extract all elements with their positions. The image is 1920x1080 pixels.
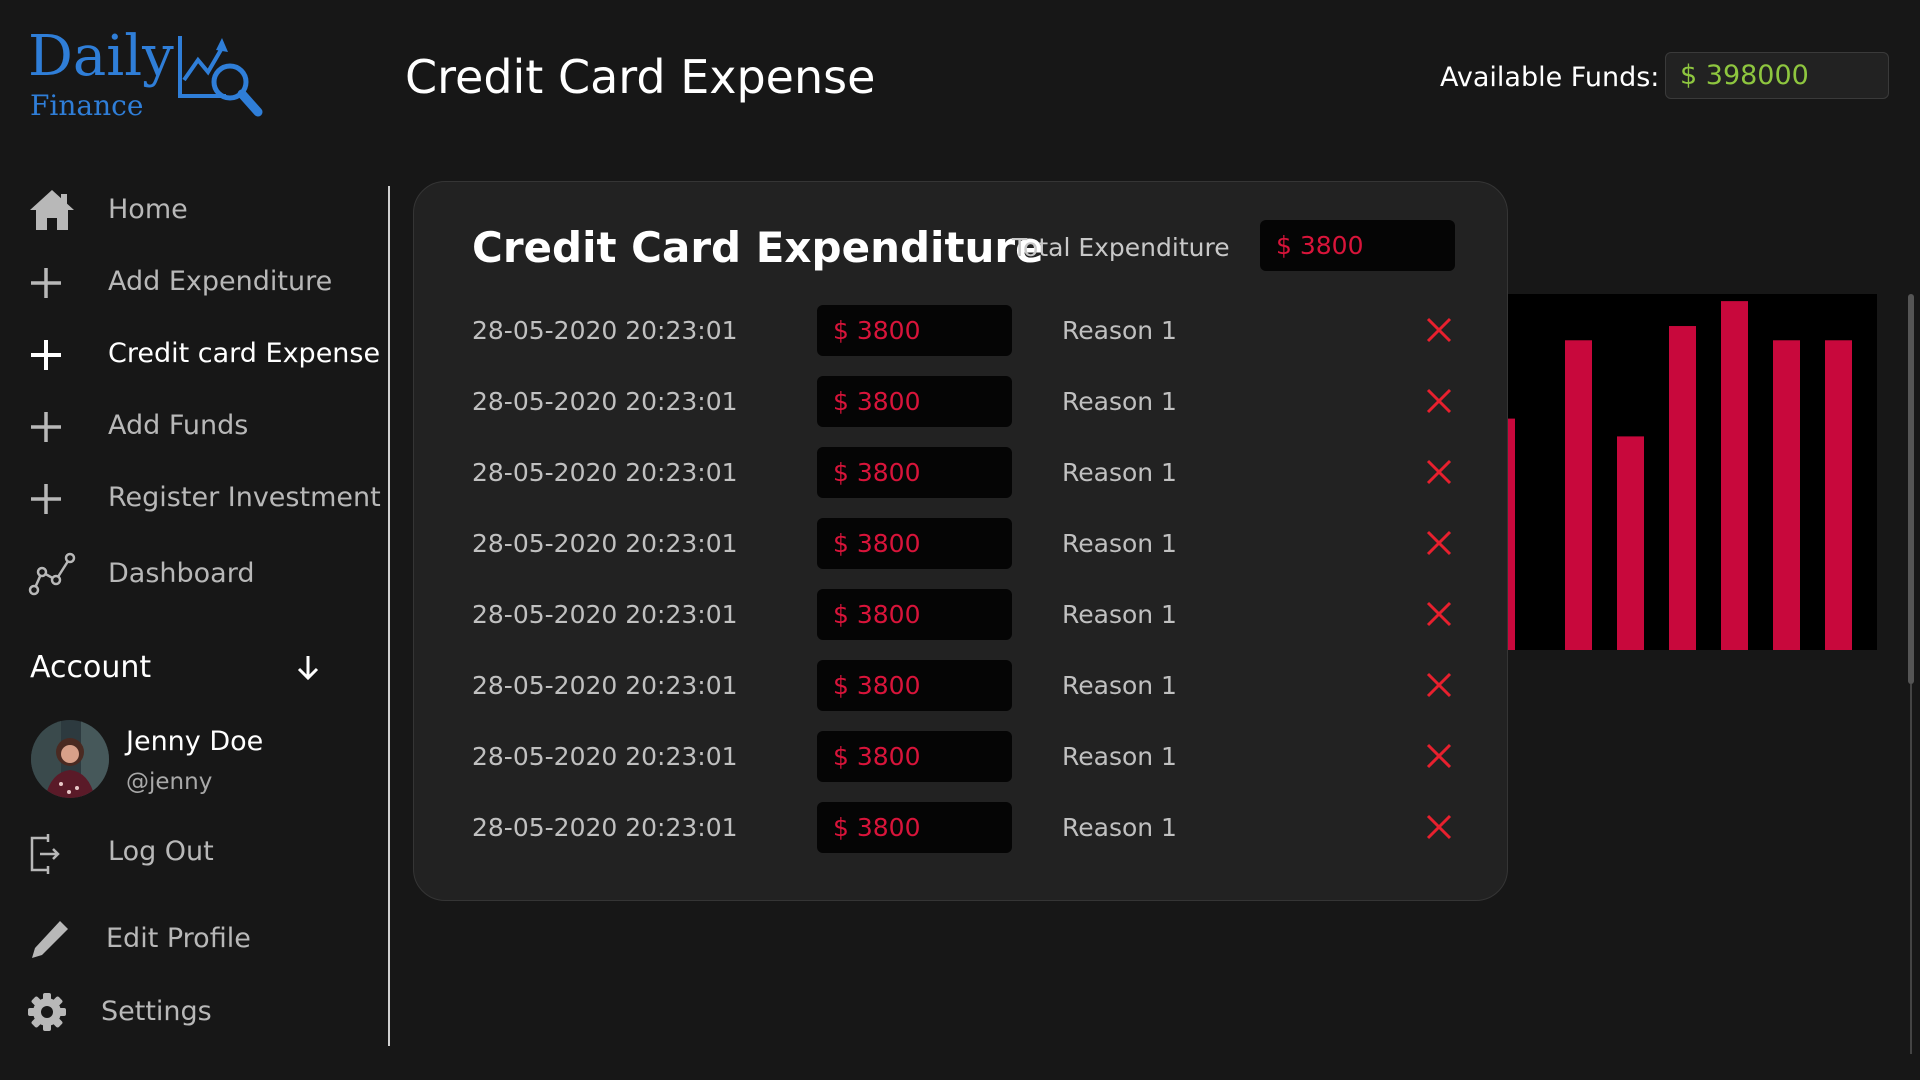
expense-date: 28-05-2020 20:23:01 — [472, 813, 738, 842]
nav-item-edit-profile[interactable]: Edit Profile — [28, 913, 388, 965]
expense-row: 28-05-2020 20:23:01 $ 3800 Reason 1 — [414, 305, 1509, 357]
sidebar-divider — [388, 186, 390, 1046]
nav-label: Home — [108, 194, 188, 225]
delete-x-icon[interactable] — [1424, 386, 1454, 416]
delete-x-icon[interactable] — [1424, 457, 1454, 487]
sidebar: Daily Finance Home Add Expenditure Credi… — [0, 0, 390, 1080]
nav-item-log-out[interactable]: Log Out — [28, 826, 388, 878]
delete-x-icon[interactable] — [1424, 741, 1454, 771]
app-logo[interactable]: Daily Finance — [28, 26, 278, 126]
nav-label: Add Expenditure — [108, 266, 333, 297]
nav-item-credit-card-expense[interactable]: Credit card Expense — [28, 328, 388, 380]
arrow-down-icon[interactable] — [292, 652, 324, 684]
nav-item-add-expenditure[interactable]: Add Expenditure — [28, 256, 388, 308]
user-handle: @jenny — [126, 769, 213, 795]
expense-bar-chart — [1485, 294, 1904, 650]
expense-date: 28-05-2020 20:23:01 — [472, 458, 738, 487]
plus-icon — [31, 484, 61, 514]
finance-search-icon — [178, 36, 263, 117]
expense-amount: $ 3800 — [817, 305, 1012, 356]
chart-bar — [1565, 340, 1592, 650]
expense-date: 28-05-2020 20:23:01 — [472, 600, 738, 629]
nav-label: Edit Profile — [106, 923, 251, 954]
expense-date: 28-05-2020 20:23:01 — [472, 316, 738, 345]
card-title: Credit Card Expenditure — [472, 223, 1044, 272]
nav-item-settings[interactable]: Settings — [28, 986, 388, 1038]
expense-date: 28-05-2020 20:23:01 — [472, 387, 738, 416]
expense-row: 28-05-2020 20:23:01 $ 3800 Reason 1 — [414, 802, 1509, 854]
expense-amount: $ 3800 — [817, 802, 1012, 853]
nav-label: Add Funds — [108, 410, 249, 441]
scrollbar-track[interactable] — [1910, 684, 1912, 1054]
expense-reason: Reason 1 — [1062, 529, 1177, 558]
expense-row: 28-05-2020 20:23:01 $ 3800 Reason 1 — [414, 660, 1509, 712]
chart-bar — [1825, 340, 1852, 650]
home-icon — [30, 190, 74, 230]
gear-icon — [28, 993, 66, 1031]
nav-label: Dashboard — [108, 558, 255, 589]
plus-icon — [31, 268, 61, 298]
pencil-icon — [32, 921, 68, 958]
line-chart-icon — [28, 552, 76, 596]
plus-icon — [31, 412, 61, 442]
available-funds-label: Available Funds: — [1440, 62, 1660, 93]
available-funds-value: $ 398000 — [1665, 52, 1889, 99]
expenditure-card: Credit Card Expenditure Total Expenditur… — [413, 181, 1508, 901]
expense-reason: Reason 1 — [1062, 316, 1177, 345]
nav-label: Settings — [101, 996, 212, 1027]
chart-bar — [1669, 326, 1696, 650]
expense-row: 28-05-2020 20:23:01 $ 3800 Reason 1 — [414, 589, 1509, 641]
expense-amount: $ 3800 — [817, 447, 1012, 498]
account-title: Account — [30, 650, 152, 685]
avatar[interactable] — [31, 720, 109, 798]
expense-reason: Reason 1 — [1062, 813, 1177, 842]
nav-item-register-investment[interactable]: Register Investment — [28, 472, 388, 524]
logo-text-finance: Finance — [30, 89, 144, 122]
expense-reason: Reason 1 — [1062, 600, 1177, 629]
account-section-header[interactable]: Account — [30, 646, 330, 690]
expense-amount: $ 3800 — [817, 518, 1012, 569]
total-expenditure-label: Total Expenditure — [1012, 233, 1230, 262]
nav-item-add-funds[interactable]: Add Funds — [28, 400, 388, 452]
nav-label: Register Investment — [108, 482, 381, 513]
user-name: Jenny Doe — [126, 726, 264, 757]
total-expenditure-value: $ 3800 — [1260, 220, 1455, 271]
expense-amount: $ 3800 — [817, 731, 1012, 782]
delete-x-icon[interactable] — [1424, 315, 1454, 345]
nav-item-home[interactable]: Home — [28, 184, 388, 236]
delete-x-icon[interactable] — [1424, 599, 1454, 629]
nav-label: Credit card Expense — [108, 338, 381, 369]
plus-icon — [31, 340, 61, 370]
logo-text-daily: Daily — [28, 24, 174, 89]
expense-amount: $ 3800 — [817, 589, 1012, 640]
delete-x-icon[interactable] — [1424, 812, 1454, 842]
chart-bar — [1721, 301, 1748, 650]
expense-row: 28-05-2020 20:23:01 $ 3800 Reason 1 — [414, 731, 1509, 783]
nav-label: Log Out — [108, 836, 214, 867]
scrollbar-thumb[interactable] — [1908, 294, 1914, 684]
logout-icon — [30, 834, 60, 874]
page-title: Credit Card Expense — [405, 50, 876, 104]
expense-reason: Reason 1 — [1062, 742, 1177, 771]
expense-date: 28-05-2020 20:23:01 — [472, 742, 738, 771]
expense-row: 28-05-2020 20:23:01 $ 3800 Reason 1 — [414, 376, 1509, 428]
expense-date: 28-05-2020 20:23:01 — [472, 529, 738, 558]
expense-reason: Reason 1 — [1062, 458, 1177, 487]
expense-amount: $ 3800 — [817, 660, 1012, 711]
delete-x-icon[interactable] — [1424, 670, 1454, 700]
expense-amount: $ 3800 — [817, 376, 1012, 427]
app-root: Daily Finance Home Add Expenditure Credi… — [0, 0, 1920, 1080]
expense-row: 28-05-2020 20:23:01 $ 3800 Reason 1 — [414, 518, 1509, 570]
bar-chart-svg — [1500, 294, 1904, 650]
expense-row: 28-05-2020 20:23:01 $ 3800 Reason 1 — [414, 447, 1509, 499]
expense-reason: Reason 1 — [1062, 671, 1177, 700]
chart-bar — [1773, 340, 1800, 650]
expense-date: 28-05-2020 20:23:01 — [472, 671, 738, 700]
expense-reason: Reason 1 — [1062, 387, 1177, 416]
avatar-image — [31, 720, 109, 798]
delete-x-icon[interactable] — [1424, 528, 1454, 558]
nav-item-dashboard[interactable]: Dashboard — [28, 548, 388, 600]
chart-bar — [1617, 436, 1644, 650]
